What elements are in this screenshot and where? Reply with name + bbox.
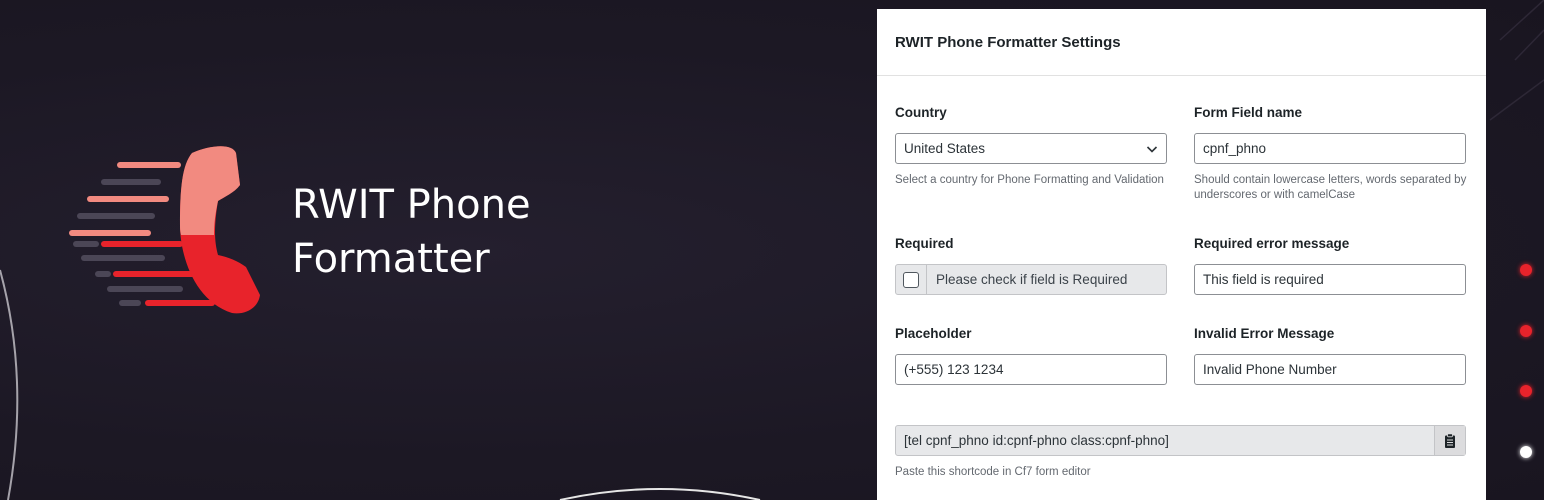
country-select-value: United States (904, 141, 986, 156)
required-error-input[interactable]: This field is required (1194, 264, 1466, 295)
country-label: Country (895, 105, 947, 120)
invalid-error-label: Invalid Error Message (1194, 326, 1335, 341)
brand-title-line1: RWIT Phone (292, 182, 531, 228)
copy-shortcode-button[interactable] (1434, 426, 1465, 455)
country-select[interactable]: United States (895, 133, 1167, 164)
form-field-name-input[interactable]: cpnf_phno (1194, 133, 1466, 164)
shortcode-field[interactable]: [tel cpnf_phno id:cpnf-phno class:cpnf-p… (895, 425, 1466, 456)
chevron-down-icon (1146, 146, 1158, 153)
required-label: Required (895, 236, 954, 251)
form-field-name-help: Should contain lowercase letters, words … (1194, 173, 1466, 203)
checkbox-divider (926, 265, 927, 294)
shortcode-value: [tel cpnf_phno id:cpnf-phno class:cpnf-p… (904, 433, 1169, 448)
phone-handset-logo-icon (69, 146, 260, 314)
required-checkbox[interactable] (903, 271, 919, 288)
decorative-dot (1520, 264, 1532, 276)
decorative-dot (1520, 446, 1532, 458)
placeholder-input[interactable]: (+555) 123 1234 (895, 354, 1167, 385)
brand-title: RWIT Phone Formatter (292, 178, 612, 286)
required-error-value: This field is required (1203, 272, 1324, 287)
required-error-label: Required error message (1194, 236, 1350, 251)
clipboard-icon (1445, 432, 1455, 448)
country-help: Select a country for Phone Formatting an… (895, 174, 1164, 186)
decorative-dot (1520, 325, 1532, 337)
brand-title-line2: Formatter (292, 236, 490, 282)
form-field-name-help-line1: Should contain lowercase letters, words … (1194, 174, 1467, 186)
decorative-dot (1520, 385, 1532, 397)
form-field-name-label: Form Field name (1194, 105, 1303, 120)
invalid-error-input[interactable]: Invalid Phone Number (1194, 354, 1466, 385)
required-checkbox-label: Please check if field is Required (936, 272, 1128, 287)
placeholder-value: (+555) 123 1234 (904, 362, 1004, 377)
invalid-error-value: Invalid Phone Number (1203, 362, 1337, 377)
settings-panel: RWIT Phone Formatter Settings Country Un… (877, 9, 1486, 500)
shortcode-help: Paste this shortcode in Cf7 form editor (895, 466, 1091, 478)
required-checkbox-group[interactable]: Please check if field is Required (895, 264, 1167, 295)
form-field-name-value: cpnf_phno (1203, 141, 1267, 156)
form-field-name-help-line2: underscores or with camelCase (1194, 189, 1356, 201)
placeholder-label: Placeholder (895, 326, 972, 341)
panel-title: RWIT Phone Formatter Settings (877, 9, 1486, 76)
